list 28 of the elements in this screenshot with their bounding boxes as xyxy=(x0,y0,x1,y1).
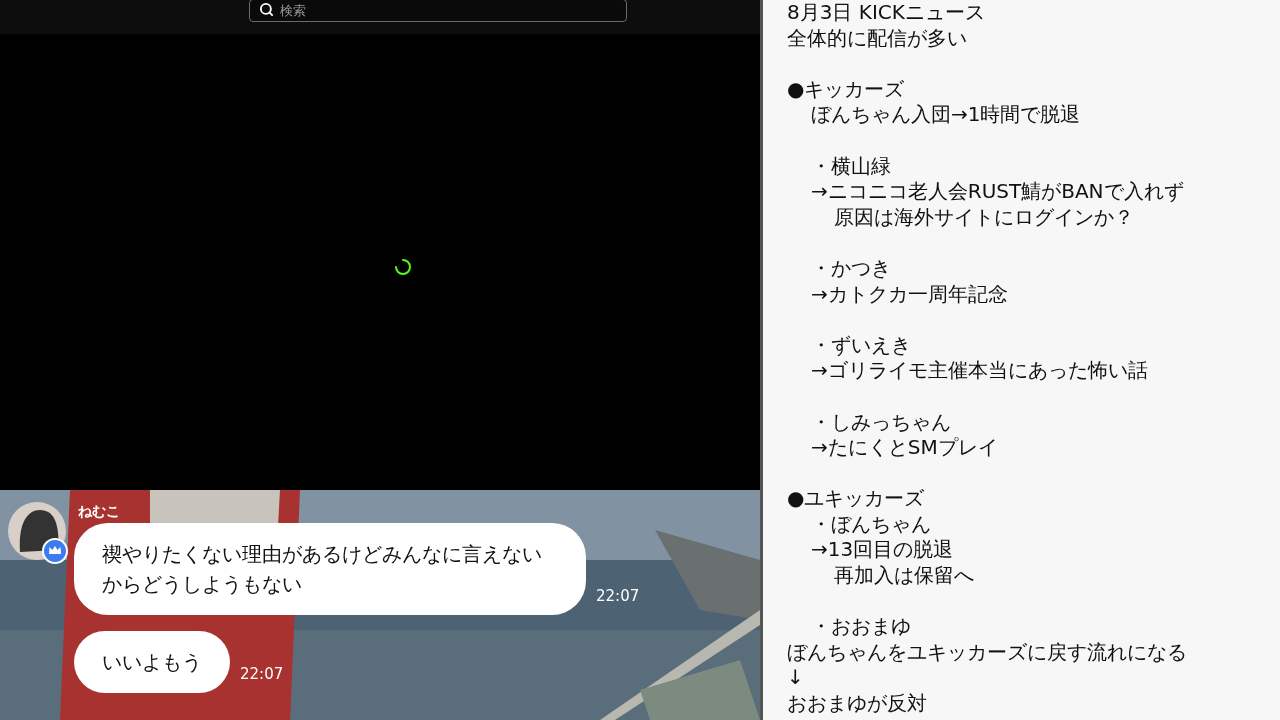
search-field[interactable]: 検索 xyxy=(249,0,627,22)
note-line: ぼんちゃんをユキッカーズに戻す流れになる xyxy=(787,639,1187,664)
note-line: ・しみっちゃん xyxy=(811,409,951,434)
note-line: ・かつき xyxy=(811,255,891,280)
note-line: ・ずいえき xyxy=(811,332,911,357)
section-heading: ●ユキッカーズ xyxy=(787,486,925,511)
note-line: →ゴリライモ主催本当にあった怖い話 xyxy=(811,358,1148,383)
note-line: →カトクカ一周年記念 xyxy=(811,281,1008,306)
note-line: →ニコニコ老人会RUST鯖がBANで入れず xyxy=(811,179,1184,204)
note-line: ・横山緑 xyxy=(811,153,891,178)
note-line: →13回目の脱退 xyxy=(811,537,954,562)
sender-name: ねむこ xyxy=(78,502,121,520)
note-line: →たにくとSMプレイ xyxy=(811,435,998,460)
note-line: ・おおまゆ xyxy=(811,614,911,639)
note-line: 全体的に配信が多い xyxy=(787,25,967,50)
note-line: ぼんちゃん入団→1時間で脱退 xyxy=(811,102,1081,127)
note-line: 再加入は保留へ xyxy=(834,563,974,588)
message-time: 22:07 xyxy=(596,585,640,607)
section-heading: ●キッカーズ xyxy=(787,76,905,101)
note-line: ・ぼんちゃん xyxy=(811,511,931,536)
message-bubble: 禊やりたくない理由があるけどみんなに言えないからどうしようもない xyxy=(74,523,586,615)
message-time: 22:07 xyxy=(240,663,284,685)
note-line: ↓ xyxy=(787,665,804,690)
note-line: 原因は海外サイトにログインか？ xyxy=(834,204,1134,229)
note-line: 8月3日 KICKニュース xyxy=(787,0,985,24)
note-line: おおまゆが反対 xyxy=(787,691,927,716)
search-icon xyxy=(259,2,274,17)
message-bubble: いいよもう xyxy=(74,631,230,693)
